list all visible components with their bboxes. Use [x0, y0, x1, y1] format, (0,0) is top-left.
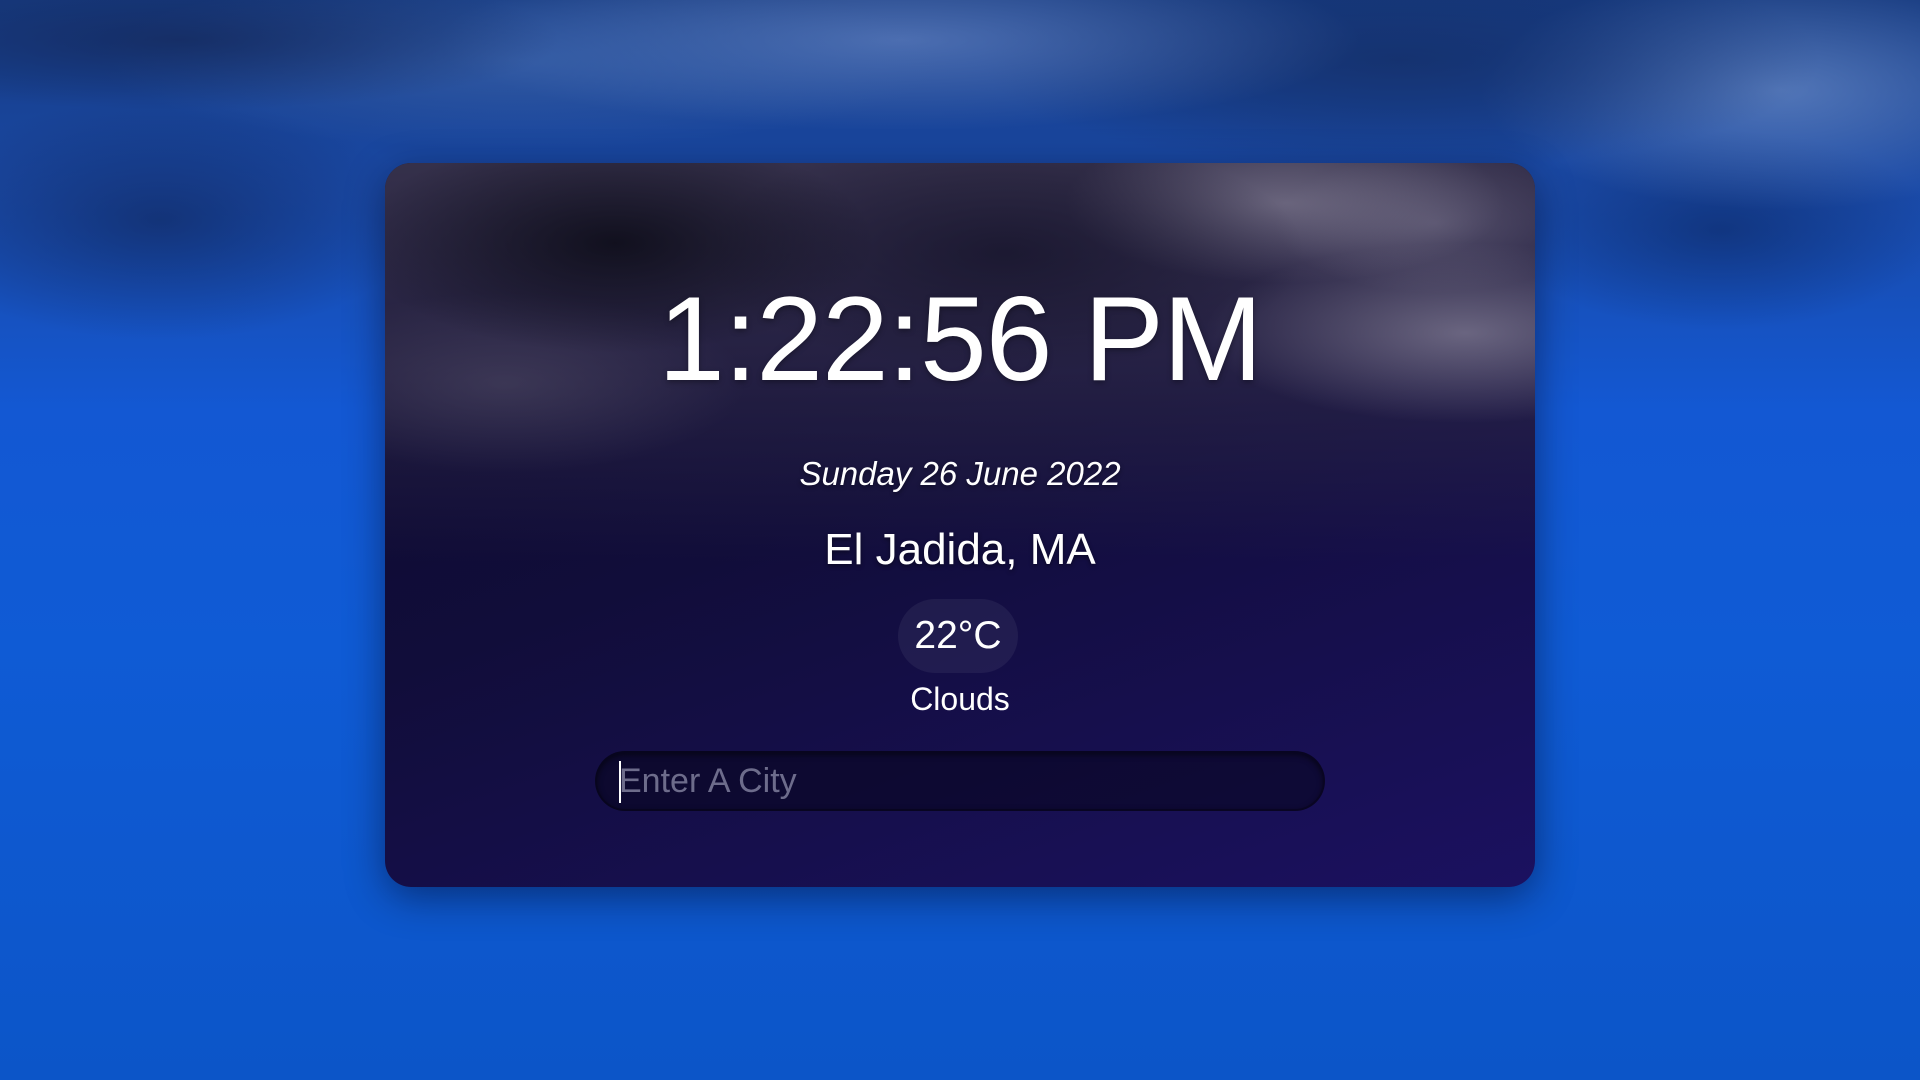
weather-condition: Clouds	[910, 681, 1010, 717]
weather-page: { "clock": { "time": "1:22:56 PM" }, "da…	[0, 0, 1920, 1080]
temperature-badge: 22°C	[898, 599, 1018, 673]
text-cursor	[619, 761, 621, 803]
current-date: Sunday 26 June 2022	[799, 455, 1121, 492]
card-content: 1:22:56 PM Sunday 26 June 2022 El Jadida…	[385, 163, 1535, 887]
clock-time: 1:22:56 PM	[658, 272, 1263, 406]
city-location: El Jadida, MA	[824, 525, 1096, 574]
city-search-input[interactable]	[595, 751, 1325, 811]
weather-card: 1:22:56 PM Sunday 26 June 2022 El Jadida…	[385, 163, 1535, 887]
